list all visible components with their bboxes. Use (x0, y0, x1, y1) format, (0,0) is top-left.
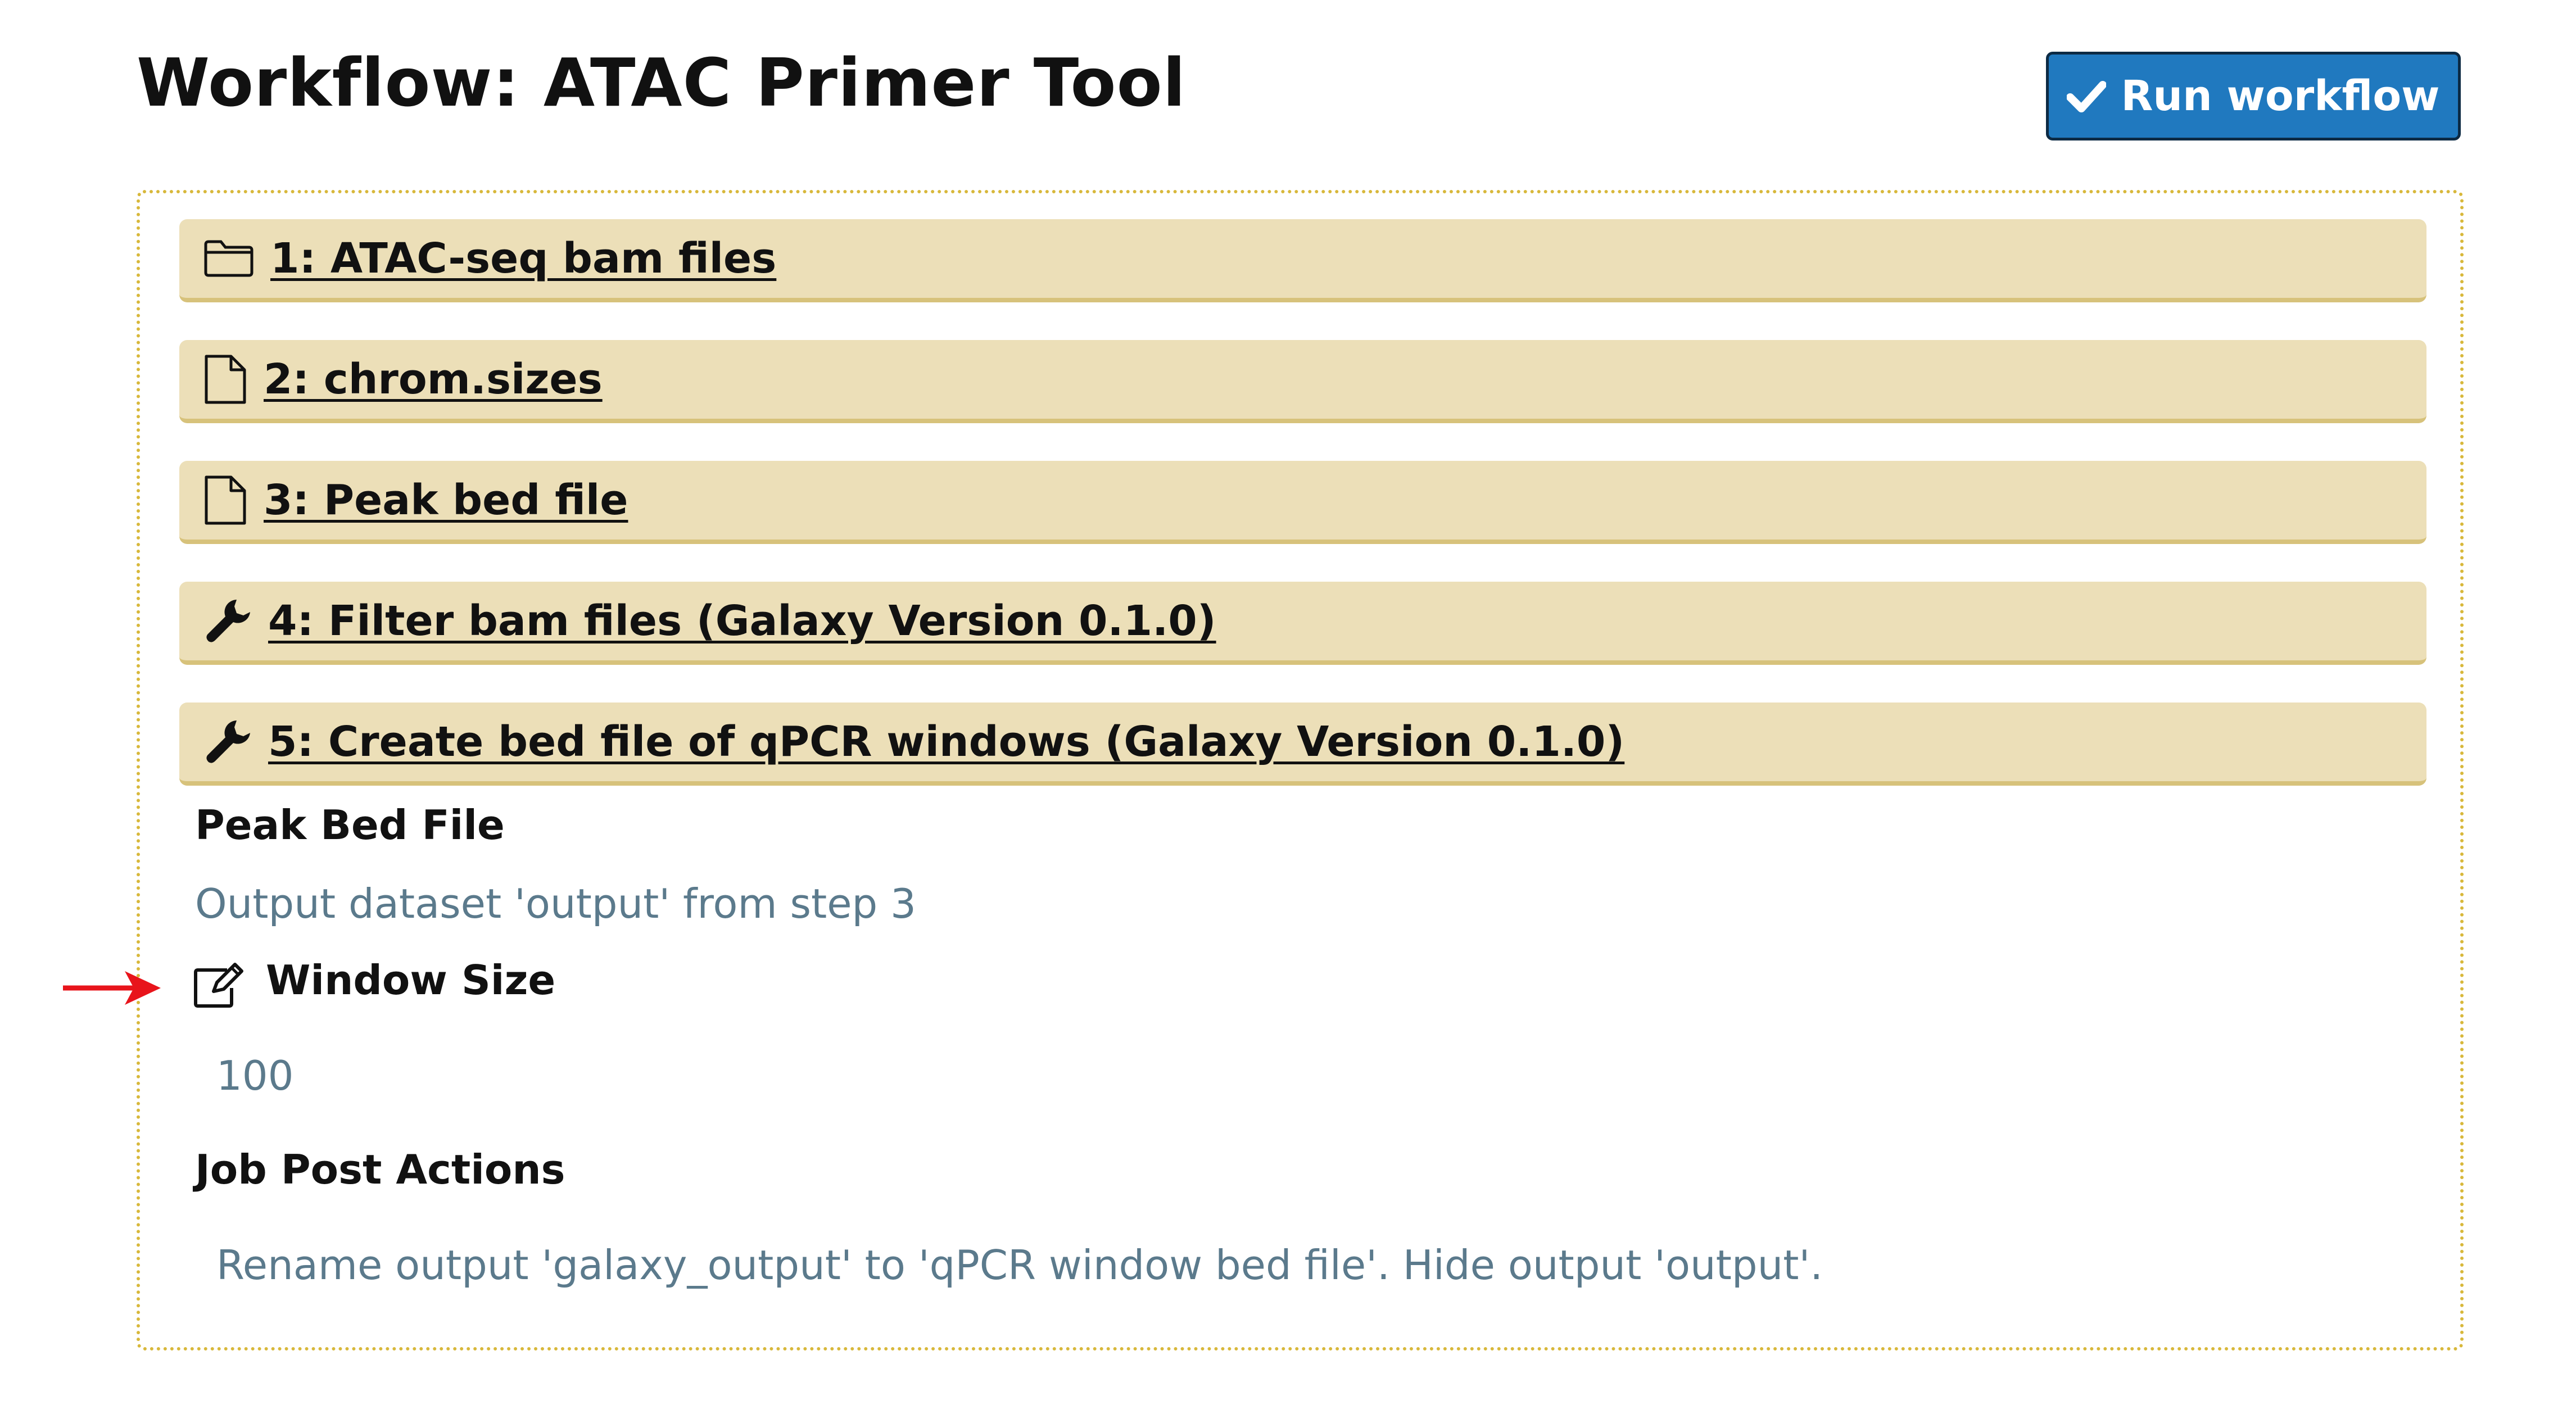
annotation-arrow (63, 971, 161, 1005)
step-2-header[interactable]: 2: chrom.sizes (179, 340, 2426, 423)
step-2-label[interactable]: 2: chrom.sizes (264, 355, 603, 404)
run-workflow-button[interactable]: Run workflow (2046, 52, 2461, 140)
peak-bed-file-value: Output dataset 'output' from step 3 (195, 880, 916, 927)
step-4-header[interactable]: 4: Filter bam files (Galaxy Version 0.1.… (179, 582, 2426, 665)
page-title: Workflow: ATAC Primer Tool (137, 44, 1187, 121)
run-workflow-label: Run workflow (2121, 72, 2440, 120)
peak-bed-file-label: Peak Bed File (195, 801, 505, 849)
step-4-label[interactable]: 4: Filter bam files (Galaxy Version 0.1.… (268, 597, 1216, 645)
checkmark-icon (2067, 81, 2107, 112)
step-1-header[interactable]: 1: ATAC-seq bam files (179, 219, 2426, 302)
wrench-icon (203, 596, 252, 646)
step-3-label[interactable]: 3: Peak bed file (264, 476, 628, 524)
window-size-label: Window Size (266, 957, 556, 1004)
workflow-run-page: Workflow: ATAC Primer Tool Run workflow … (0, 0, 2576, 1405)
step-5-header[interactable]: 5: Create bed file of qPCR windows (Gala… (179, 703, 2426, 786)
wrench-icon (203, 717, 252, 767)
folder-icon (203, 239, 255, 278)
job-post-actions-label: Job Post Actions (195, 1146, 565, 1193)
job-post-actions-value: Rename output 'galaxy_output' to 'qPCR w… (216, 1241, 1823, 1289)
edit-icon[interactable] (192, 962, 244, 1012)
window-size-value: 100 (216, 1052, 294, 1099)
step-1-label[interactable]: 1: ATAC-seq bam files (270, 234, 776, 283)
workflow-steps-container: 1: ATAC-seq bam files 2: chrom.sizes 3: … (137, 190, 2464, 1350)
step-3-header[interactable]: 3: Peak bed file (179, 461, 2426, 544)
step-5-label[interactable]: 5: Create bed file of qPCR windows (Gala… (268, 718, 1624, 766)
file-icon (203, 475, 248, 525)
file-icon (203, 354, 248, 405)
